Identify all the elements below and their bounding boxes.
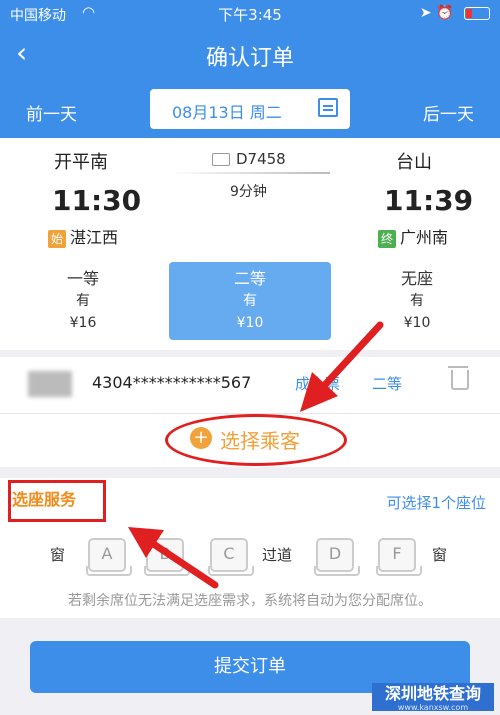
annotation-arrows bbox=[128, 321, 384, 589]
annotation-arrow-seat bbox=[128, 527, 219, 589]
annotation-arrow-passenger bbox=[300, 321, 384, 412]
